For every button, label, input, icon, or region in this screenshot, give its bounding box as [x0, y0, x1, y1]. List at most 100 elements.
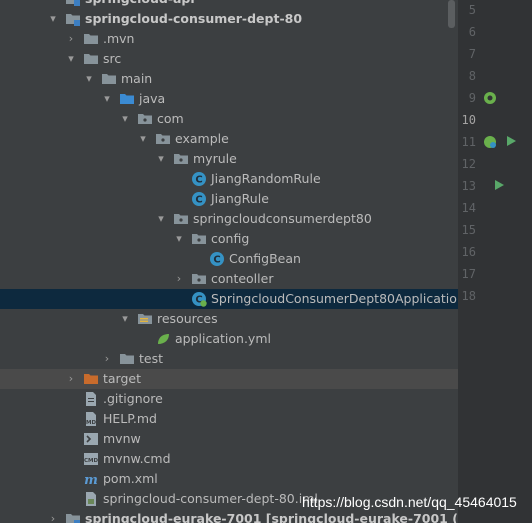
tree-row[interactable]: MD HELP.md	[0, 409, 458, 429]
package-icon	[137, 111, 153, 127]
package-icon	[191, 231, 207, 247]
chevron-down-icon[interactable]: ▾	[155, 209, 167, 229]
line-number: 12	[461, 157, 476, 171]
module-folder-icon	[65, 11, 81, 27]
tree-row[interactable]: CMD mvnw.cmd	[0, 449, 458, 469]
spring-boot-gutter-icon[interactable]	[483, 135, 497, 149]
maven-file-icon: m	[83, 471, 99, 488]
tree-row-label: .gitignore	[103, 391, 163, 406]
run-icon[interactable]	[505, 135, 519, 149]
line-number: 17	[461, 267, 476, 281]
folder-icon	[83, 51, 99, 67]
tree-row[interactable]: application.yml	[0, 329, 458, 349]
tree-row-label: test	[139, 351, 164, 366]
chevron-down-icon[interactable]: ▾	[137, 129, 149, 149]
tree-row-label: java	[139, 91, 166, 106]
tree-row[interactable]: mvnw	[0, 429, 458, 449]
line-number: 6	[468, 25, 476, 39]
tree-row[interactable]: ▾ config	[0, 229, 458, 249]
chevron-right-icon[interactable]: ›	[65, 369, 77, 389]
tree-row[interactable]: › conteoller	[0, 269, 458, 289]
tree-row-label: src	[103, 51, 122, 66]
tree-row[interactable]: C ConfigBean	[0, 249, 458, 269]
tree-row[interactable]: C JiangRandomRule	[0, 169, 458, 189]
tree-row-label: HELP.md	[103, 411, 157, 426]
tree-row[interactable]: › target	[0, 369, 458, 389]
tree-row-label: pom.xml	[103, 471, 158, 486]
line-number: 10	[461, 113, 476, 127]
tree-row-label: ConfigBean	[229, 251, 301, 266]
spring-bean-gutter-icon[interactable]	[483, 91, 497, 105]
tree-row[interactable]: springcloud-api	[0, 0, 458, 9]
spring-yml-icon	[155, 331, 171, 347]
tree-row[interactable]: ▾ java	[0, 89, 458, 109]
tree-row[interactable]: ▾ resources	[0, 309, 458, 329]
tree-row-label: JiangRule	[211, 191, 269, 206]
tree-row-label: config	[211, 231, 250, 246]
tree-row[interactable]: ▾ com	[0, 109, 458, 129]
cmd-file-icon: CMD	[83, 451, 99, 467]
tree-row-label: com	[157, 111, 184, 126]
tree-row[interactable]: C JiangRule	[0, 189, 458, 209]
resources-folder-icon	[137, 311, 153, 327]
java-class-icon: C	[209, 251, 225, 267]
scrollbar-thumb[interactable]	[448, 0, 455, 28]
tree-row-label: springcloudconsumerdept80	[193, 211, 372, 226]
tree-row[interactable]: ▾ main	[0, 69, 458, 89]
tree-row[interactable]: ▾ springcloud-consumer-dept-80	[0, 9, 458, 29]
module-folder-icon	[65, 511, 81, 523]
tree-row-label: JiangRandomRule	[211, 171, 321, 186]
tree-scrollbar[interactable]	[446, 0, 458, 523]
chevron-down-icon[interactable]: ▾	[47, 9, 59, 29]
package-icon	[173, 211, 189, 227]
tree-row-label: springcloud-consumer-dept-80	[85, 11, 303, 26]
folder-icon	[119, 351, 135, 367]
svg-text:C: C	[195, 175, 202, 186]
tree-row[interactable]: ▾ myrule	[0, 149, 458, 169]
chevron-down-icon[interactable]: ▾	[173, 229, 185, 249]
line-number: 18	[461, 289, 476, 303]
tree-row[interactable]: › springcloud-eurake-7001 [springcloud-eu…	[0, 509, 458, 523]
tree-row-label: resources	[157, 311, 218, 326]
tree-row[interactable]: ▾ springcloudconsumerdept80	[0, 209, 458, 229]
line-number: 5	[468, 3, 476, 17]
package-icon	[173, 151, 189, 167]
line-number: 11	[461, 135, 476, 149]
chevron-down-icon[interactable]: ▾	[119, 309, 131, 329]
chevron-down-icon[interactable]: ▾	[101, 89, 113, 109]
svg-text:m: m	[84, 473, 98, 487]
tree-row-label: target	[103, 371, 142, 386]
chevron-down-icon[interactable]: ▾	[83, 69, 95, 89]
chevron-right-icon[interactable]: ›	[47, 509, 59, 523]
run-icon[interactable]	[493, 179, 507, 193]
chevron-down-icon[interactable]: ▾	[119, 109, 131, 129]
tree-row[interactable]: ▾ example	[0, 129, 458, 149]
tree-row[interactable]: › .mvn	[0, 29, 458, 49]
line-number: 13	[461, 179, 476, 193]
tree-row[interactable]: .gitignore	[0, 389, 458, 409]
tree-row-label: springcloud-api	[85, 0, 195, 9]
tree-row[interactable]: C SpringcloudConsumerDept80Application	[0, 289, 458, 309]
line-number: 9	[468, 91, 476, 105]
iml-file-icon	[83, 491, 99, 507]
chevron-down-icon[interactable]: ▾	[155, 149, 167, 169]
tree-row[interactable]: ▾ src	[0, 49, 458, 69]
chevron-right-icon[interactable]: ›	[65, 29, 77, 49]
svg-text:CMD: CMD	[84, 458, 99, 464]
tree-row-label: application.yml	[175, 331, 271, 346]
chevron-down-icon[interactable]: ▾	[65, 49, 77, 69]
tree-row[interactable]: › test	[0, 349, 458, 369]
chevron-right-icon[interactable]: ›	[173, 269, 185, 289]
spring-boot-class-icon: C	[191, 291, 207, 307]
text-file-icon	[83, 391, 99, 407]
java-class-icon: C	[191, 191, 207, 207]
java-class-icon: C	[191, 171, 207, 187]
tree-row-label: springcloud-eurake-7001 [springcloud-eur…	[85, 511, 458, 523]
line-number: 14	[461, 201, 476, 215]
svg-text:C: C	[195, 195, 202, 206]
chevron-right-icon[interactable]: ›	[101, 349, 113, 369]
tree-row[interactable]: m pom.xml	[0, 469, 458, 489]
package-icon	[155, 131, 171, 147]
editor-gutter: 5 6 7 8 9 10 11 12 13 14 15 16 17 18	[458, 0, 532, 523]
tree-row-label: conteoller	[211, 271, 274, 286]
